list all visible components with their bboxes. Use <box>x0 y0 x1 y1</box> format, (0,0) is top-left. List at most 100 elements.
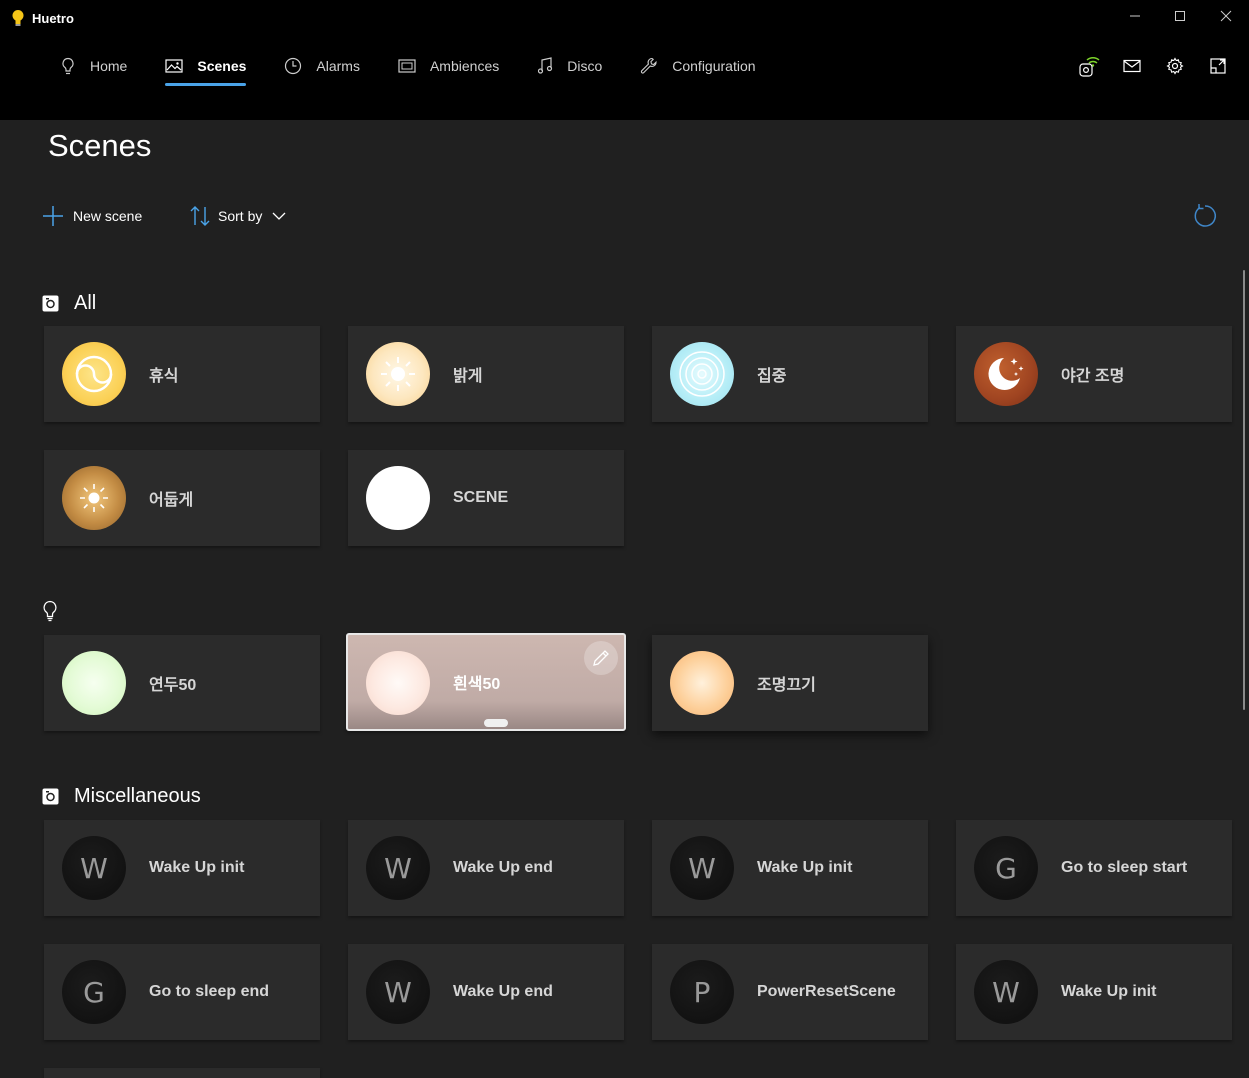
bridge-status-button[interactable] <box>1067 52 1110 80</box>
clock-icon <box>285 57 302 75</box>
nav-scenes[interactable]: Scenes <box>153 48 258 86</box>
scene-label: Go to sleep end <box>149 983 270 1000</box>
nav-disco-label: Disco <box>567 58 603 74</box>
slideshow-icon <box>398 59 416 73</box>
mail-icon <box>1122 59 1141 73</box>
scene-card[interactable]: 휴식 <box>44 326 320 422</box>
widget-button[interactable] <box>1196 52 1239 80</box>
nav-scenes-label: Scenes <box>197 58 247 74</box>
moon-stars-icon <box>988 358 1024 390</box>
scene-initial: G <box>83 975 105 1009</box>
scene-card-partial[interactable] <box>44 1068 320 1078</box>
sort-by-dropdown[interactable]: Sort by <box>190 202 286 230</box>
app-title: Huetro <box>10 8 74 28</box>
page-title: Scenes <box>48 128 152 163</box>
scene-card[interactable]: W Wake Up end <box>348 944 624 1040</box>
image-icon <box>165 59 183 73</box>
sun-icon <box>381 357 415 391</box>
scene-label: SCENE <box>453 489 509 506</box>
scene-thumbnail <box>974 342 1038 406</box>
scene-card[interactable]: 어둡게 <box>44 450 320 546</box>
scene-card[interactable]: 연두50 <box>44 635 320 731</box>
toolbar-icons <box>1067 52 1239 80</box>
scene-card[interactable]: 야간 조명 <box>956 326 1232 422</box>
scene-initial: W <box>384 975 412 1009</box>
nav-ambiences[interactable]: Ambiences <box>386 48 511 84</box>
scene-label: 밝게 <box>453 368 483 385</box>
main-navigation: Home Scenes Alarms Ambiences Disco Confi… <box>48 48 782 88</box>
scene-label: 집중 <box>757 368 787 385</box>
app-logo-icon <box>12 10 24 26</box>
scene-initial: W <box>992 975 1020 1009</box>
new-scene-label: New scene <box>73 208 143 224</box>
scene-card[interactable]: G Go to sleep start <box>956 820 1232 916</box>
minimize-icon <box>1130 15 1140 17</box>
scene-initial: G <box>995 851 1017 885</box>
scene-thumbnail <box>670 342 734 406</box>
lightbulb-icon <box>62 57 74 75</box>
nav-disco[interactable]: Disco <box>525 48 614 84</box>
scene-thumbnail: W <box>366 960 430 1024</box>
scene-label: 흰색50 <box>453 676 501 693</box>
scene-card[interactable]: SCENE <box>348 450 624 546</box>
section-all-header: All <box>42 292 96 315</box>
scene-label: 조명끄기 <box>757 677 816 694</box>
maximize-icon <box>1175 11 1185 21</box>
scene-card[interactable]: P PowerResetScene <box>652 944 928 1040</box>
section-misc-title: Miscellaneous <box>74 785 201 807</box>
scene-card[interactable]: W Wake Up init <box>652 820 928 916</box>
scene-thumbnail <box>62 651 126 715</box>
scene-card[interactable]: 집중 <box>652 326 928 422</box>
scene-thumbnail: P <box>670 960 734 1024</box>
scene-label: Wake Up init <box>1061 983 1157 1000</box>
scene-thumbnail: W <box>366 836 430 900</box>
pencil-icon <box>593 650 609 666</box>
scene-card-selected[interactable]: 흰색50 <box>346 633 626 731</box>
chevron-down-icon <box>272 212 286 220</box>
scene-initial: P <box>693 975 711 1009</box>
messages-button[interactable] <box>1110 52 1153 80</box>
nav-alarms[interactable]: Alarms <box>272 48 372 84</box>
music-note-icon <box>538 57 553 74</box>
settings-icon <box>1165 57 1184 75</box>
settings-button[interactable] <box>1153 52 1196 80</box>
nav-configuration[interactable]: Configuration <box>628 48 767 84</box>
lightbulb-icon <box>43 600 57 622</box>
scene-card[interactable]: 조명끄기 <box>652 635 928 731</box>
nav-configuration-label: Configuration <box>672 58 756 74</box>
bridge-connected-icon <box>1078 56 1099 77</box>
wrench-icon <box>641 57 657 74</box>
sort-icon <box>190 206 210 226</box>
refresh-button[interactable] <box>1192 203 1218 229</box>
target-icon <box>679 351 725 397</box>
scene-label: PowerResetScene <box>757 983 896 1000</box>
close-button[interactable] <box>1203 0 1249 32</box>
scene-initial: W <box>384 851 412 885</box>
sort-by-label: Sort by <box>218 208 263 224</box>
scene-card[interactable]: W Wake Up init <box>44 820 320 916</box>
scene-card[interactable]: W Wake Up init <box>956 944 1232 1040</box>
edit-scene-button[interactable] <box>584 641 618 675</box>
widget-icon <box>1209 58 1226 74</box>
minimize-button[interactable] <box>1112 0 1158 32</box>
carousel-indicator[interactable] <box>484 719 508 727</box>
scene-thumbnail <box>366 651 430 715</box>
nav-ambiences-label: Ambiences <box>429 58 500 74</box>
scene-thumbnail <box>366 342 430 406</box>
dim-sun-icon <box>80 484 108 512</box>
scene-thumbnail <box>62 342 126 406</box>
scene-thumbnail <box>366 466 430 530</box>
nav-alarms-label: Alarms <box>316 58 360 74</box>
new-scene-button[interactable]: New scene <box>42 202 142 230</box>
scene-card[interactable]: G Go to sleep end <box>44 944 320 1040</box>
vertical-scrollbar[interactable] <box>1243 270 1245 710</box>
scene-card[interactable]: 밝게 <box>348 326 624 422</box>
app-title-text: Huetro <box>32 10 74 26</box>
nav-home[interactable]: Home <box>48 48 139 84</box>
scene-thumbnail: W <box>974 960 1038 1024</box>
maximize-button[interactable] <box>1157 0 1203 32</box>
scene-thumbnail: W <box>670 836 734 900</box>
scene-thumbnail <box>62 466 126 530</box>
scene-initial: W <box>688 851 716 885</box>
scene-card[interactable]: W Wake Up end <box>348 820 624 916</box>
